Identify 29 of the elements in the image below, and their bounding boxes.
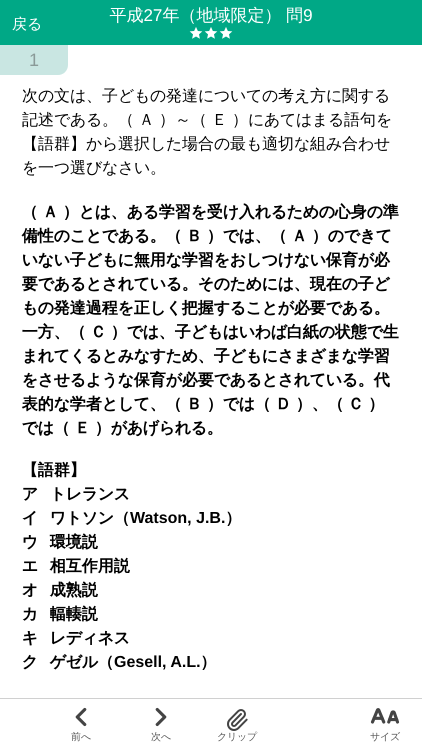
choice-letter: オ [22,581,39,601]
choice-letter: ク [22,653,39,673]
passage-paragraph: 一方、（ Ｃ ）では、子どもはいわば白紙の状態で生まれてくるとみなすため、子どもにさまざまな学習をさせるような保育が必要であるとされている。代表的な学者として、（ Ｂ ）では（ Ｄ ）、（ Ｃ ）では（ Ｅ ）があげられる。 [22,322,400,439]
choice-letter: イ [22,509,39,529]
choice-letter: エ [22,557,39,577]
prev-button[interactable]: 前へ [56,702,106,744]
passage-paragraph: （ Ａ ）とは、ある学習を受け入れるための心身の準備性のことである。（ Ｂ ）では、（ Ａ ）のできていない子どもに無用な学習をおしつけない保育が必要であるとされている。そのためには、現在の子どもの発達過程を正しく把握することが必要である。 [22,202,400,319]
paperclip-icon [225,708,249,732]
star-icon [204,26,218,40]
choice-term: 相互作用説 [50,556,130,577]
choice-term: 輻輳説 [50,604,98,625]
text-size-button[interactable]: サイズ [360,702,410,744]
choice-term: トレランス [50,485,130,505]
choice-term: 環境説 [50,532,98,553]
choice-term: ゲゼル（Gesell, A.L.） [50,653,217,673]
window-title: 平成27年（地域限定） 問9 [109,6,313,26]
star-icon [189,26,203,40]
choice-letter: ア [22,485,39,505]
choice-letter: カ [22,605,39,625]
question-text: 次の文は、子どもの発達についての考え方に関する記述である。（ Ａ ）～（ Ｅ ）にあてはまる語句を【語群】から選択した場合の最も適切な組み合わせを一つ選びなさい。 [22,86,393,179]
word-group-heading: 【語群】 [22,460,87,481]
choice-term: 成熟説 [50,580,98,601]
choice-term: レディネス [50,629,130,649]
next-button[interactable]: 次へ [136,702,186,744]
star-icon [219,26,233,40]
choice-term: ワトソン（Watson, J.B.） [50,509,242,529]
choice-letter: ウ [22,533,39,553]
choice-letter: キ [22,629,39,649]
clip-button[interactable]: クリップ [212,708,262,744]
